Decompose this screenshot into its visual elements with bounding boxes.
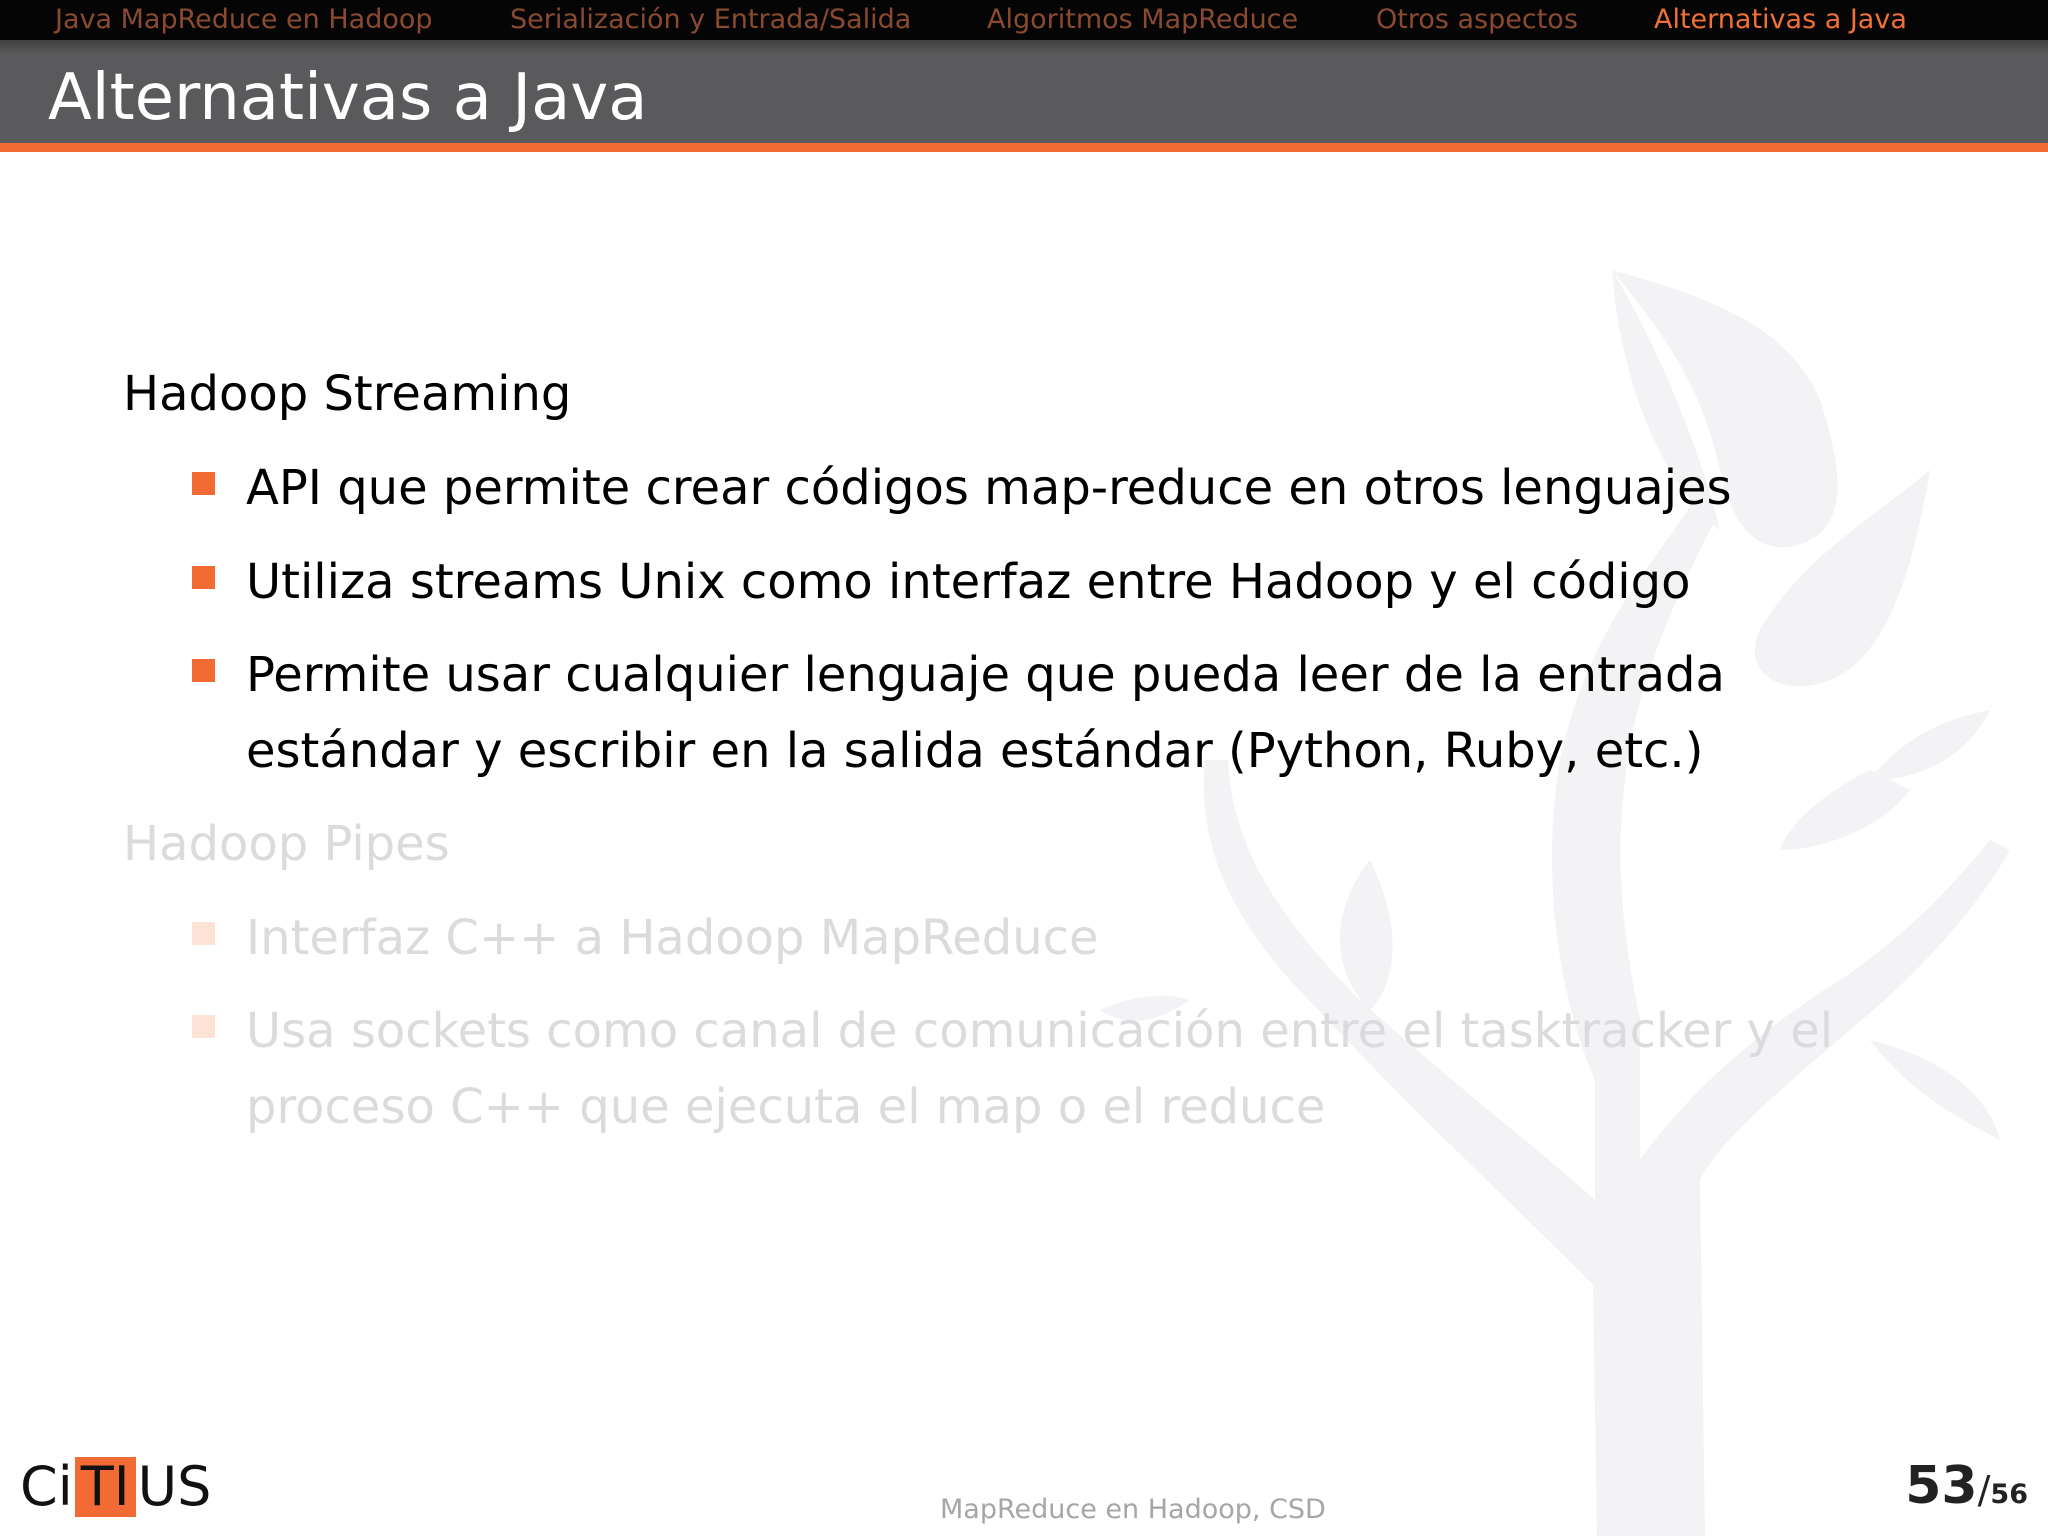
section-heading-pipes: Hadoop Pipes: [123, 816, 450, 872]
bullet-square-icon: [192, 1015, 215, 1038]
section-navbar: Java MapReduce en Hadoop Serialización y…: [0, 0, 2048, 40]
slide-title: Alternativas a Java: [48, 61, 648, 135]
bullet-text: Permite usar cualquier lenguaje que pued…: [246, 647, 1725, 703]
slide: Java MapReduce en Hadoop Serialización y…: [0, 0, 2048, 1536]
bullet-square-icon: [192, 922, 215, 945]
nav-item-serializacion[interactable]: Serialización y Entrada/Salida: [510, 2, 911, 38]
bullet-text-continuation: estándar y escribir en la salida estánda…: [246, 723, 1704, 779]
bullet-square-icon: [192, 472, 215, 495]
nav-item-alternativas[interactable]: Alternativas a Java: [1654, 2, 1907, 38]
bullet-text: Utiliza streams Unix como interfaz entre…: [246, 554, 1691, 610]
logo-prefix: Ci: [20, 1455, 73, 1518]
logo-suffix: US: [137, 1455, 212, 1518]
footer-title: MapReduce en Hadoop, CSD: [940, 1494, 1326, 1525]
list-item: Permite usar cualquier lenguaje que pued…: [192, 637, 1892, 789]
page-current: 53: [1905, 1456, 1978, 1516]
citius-logo: Ci TI US: [20, 1457, 211, 1517]
nav-item-algoritmos[interactable]: Algoritmos MapReduce: [987, 2, 1298, 38]
page-total: 56: [1990, 1479, 2028, 1510]
bullet-text: Interfaz C++ a Hadoop MapReduce: [246, 910, 1099, 966]
page-number: 53/56: [1905, 1456, 2028, 1516]
bullet-text-continuation: proceso C++ que ejecuta el map o el redu…: [246, 1079, 1326, 1135]
list-item: Utiliza streams Unix como interfaz entre…: [192, 544, 1892, 620]
list-item: API que permite crear códigos map-reduce…: [192, 450, 1892, 526]
title-bar: Alternativas a Java: [0, 40, 2048, 143]
list-item: Interfaz C++ a Hadoop MapReduce: [192, 900, 1892, 976]
nav-item-java-mapreduce[interactable]: Java MapReduce en Hadoop: [55, 2, 433, 38]
bullet-text: API que permite crear códigos map-reduce…: [246, 460, 1732, 516]
title-underline: [0, 143, 2048, 152]
list-item: Usa sockets como canal de comunicación e…: [192, 993, 1892, 1145]
bullet-text: Usa sockets como canal de comunicación e…: [246, 1003, 1834, 1059]
bullet-square-icon: [192, 566, 215, 589]
nav-item-otros-aspectos[interactable]: Otros aspectos: [1376, 2, 1578, 38]
logo-box: TI: [74, 1457, 136, 1517]
bullet-square-icon: [192, 659, 215, 682]
section-heading-streaming: Hadoop Streaming: [123, 366, 572, 422]
page-separator: /: [1977, 1468, 1991, 1512]
